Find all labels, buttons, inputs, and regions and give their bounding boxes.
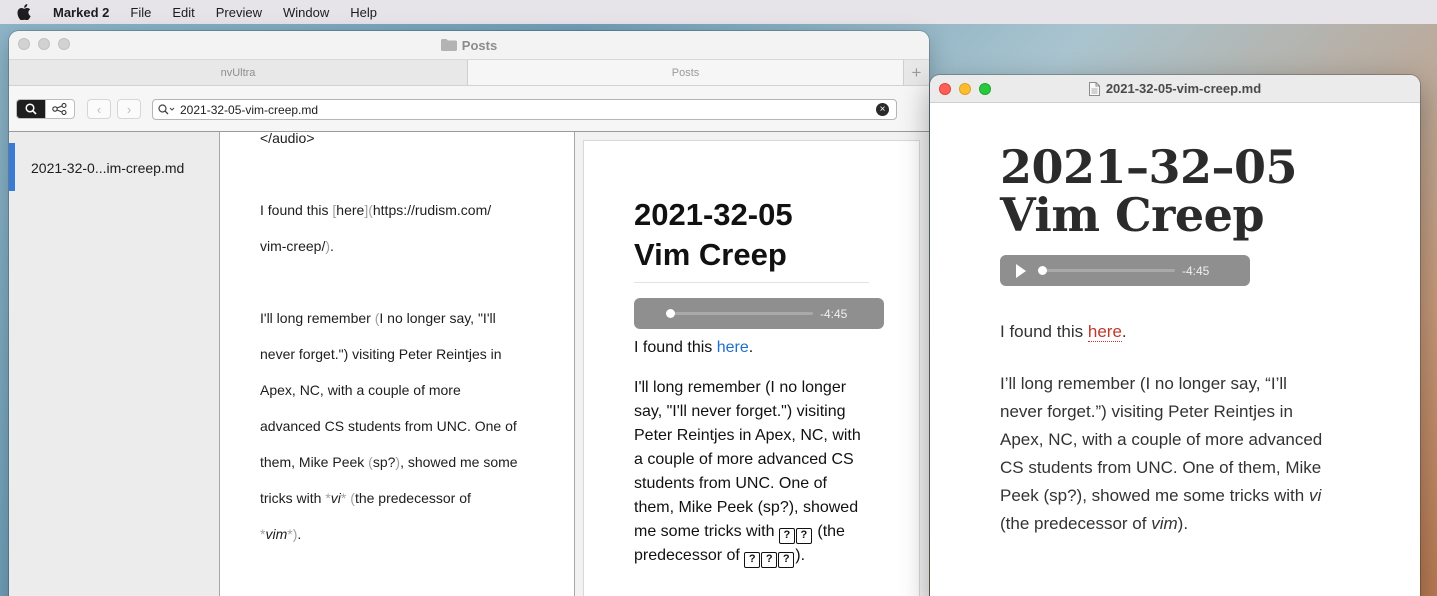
search-input[interactable]: 2021-32-05-vim-creep.md bbox=[180, 103, 876, 117]
audio-scrubber[interactable] bbox=[666, 309, 813, 318]
editor-line: tricks with *vi* (the predecessor of bbox=[260, 490, 471, 506]
posts-window-titlebar[interactable]: Posts bbox=[9, 31, 929, 59]
search-field[interactable]: 2021-32-05-vim-creep.md × bbox=[152, 99, 897, 120]
scrubber-knob[interactable] bbox=[666, 309, 675, 318]
menu-help[interactable]: Help bbox=[350, 5, 377, 20]
markdown-editor[interactable]: </audio> I found this [here](https://rud… bbox=[220, 132, 575, 596]
toolbar: ‹ › 2021-32-05-vim-creep.md × bbox=[9, 86, 929, 132]
minimize-button[interactable] bbox=[38, 38, 50, 50]
missing-glyph-box: ? bbox=[761, 552, 778, 568]
preview-paragraph: I found this here. bbox=[634, 339, 754, 356]
audio-player[interactable]: -4:45 bbox=[1000, 255, 1250, 286]
preview-title: 2021-32-05 Vim Creep bbox=[634, 197, 793, 272]
menu-preview[interactable]: Preview bbox=[216, 5, 262, 20]
note-list-item[interactable]: 2021-32-0...im-creep.md bbox=[31, 160, 184, 176]
minimize-button[interactable] bbox=[959, 83, 971, 95]
back-button[interactable]: ‹ bbox=[87, 99, 111, 119]
audio-time: -4:45 bbox=[1182, 263, 1210, 278]
search-icon bbox=[25, 103, 37, 115]
apple-icon[interactable] bbox=[17, 4, 31, 20]
zoom-button[interactable] bbox=[58, 38, 70, 50]
missing-glyph-box: ? bbox=[795, 528, 812, 544]
editor-line: I'll long remember (I no longer say, "I'… bbox=[260, 310, 496, 326]
play-icon[interactable] bbox=[1016, 263, 1026, 278]
menu-window[interactable]: Window bbox=[283, 5, 329, 20]
document-icon bbox=[1088, 81, 1100, 96]
editor-line: I found this [here](https://rudism.com/ bbox=[260, 202, 492, 218]
missing-glyph-box: ? bbox=[778, 528, 795, 544]
tab-posts[interactable]: Posts bbox=[468, 60, 903, 85]
clear-search-icon[interactable]: × bbox=[876, 103, 889, 116]
editor-line: Apex, NC, with a couple of more bbox=[260, 382, 461, 398]
menu-app-name[interactable]: Marked 2 bbox=[53, 5, 109, 20]
menu-bar: Marked 2 File Edit Preview Window Help bbox=[0, 0, 1437, 24]
editor-line: advanced CS students from UNC. One of bbox=[260, 418, 517, 434]
posts-window: Posts nvUltra Posts + ‹ › 2021-32-05-vim… bbox=[9, 31, 929, 596]
zoom-button[interactable] bbox=[979, 83, 991, 95]
menu-edit[interactable]: Edit bbox=[172, 5, 194, 20]
preview-panel: 2021-32-05 Vim Creep -4:45 I found this … bbox=[575, 132, 929, 596]
folder-icon bbox=[440, 39, 457, 51]
selection-indicator bbox=[9, 143, 15, 191]
tab-bar: nvUltra Posts + bbox=[9, 59, 929, 86]
forward-button[interactable]: › bbox=[117, 99, 141, 119]
editor-line: *vim*). bbox=[260, 526, 302, 542]
preview-link-here[interactable]: here bbox=[717, 339, 749, 356]
search-icon bbox=[158, 104, 176, 115]
marked-titlebar[interactable]: 2021-32-05-vim-creep.md bbox=[930, 75, 1420, 103]
editor-line: vim-creep/). bbox=[260, 238, 334, 254]
menu-file[interactable]: File bbox=[130, 5, 151, 20]
graph-mode-button[interactable] bbox=[45, 100, 74, 118]
window-title: Posts bbox=[461, 37, 498, 53]
audio-player[interactable]: -4:45 bbox=[634, 298, 884, 329]
search-mode-button[interactable] bbox=[17, 100, 46, 118]
scrubber-knob[interactable] bbox=[1038, 266, 1047, 275]
preview-paragraph: I'll long remember (I no longer say, "I'… bbox=[634, 376, 861, 568]
marked-heading: 2021–32–05 Vim Creep bbox=[1000, 140, 1298, 242]
mode-segmented-control bbox=[16, 99, 75, 119]
marked-link-here[interactable]: here bbox=[1087, 322, 1122, 342]
editor-line: them, Mike Peek (sp?), showed me some bbox=[260, 454, 518, 470]
marked-paragraph: I found this here. bbox=[1000, 322, 1127, 342]
missing-glyph-box: ? bbox=[778, 552, 795, 568]
audio-scrubber[interactable] bbox=[1038, 266, 1175, 275]
editor-line: </audio> bbox=[260, 132, 315, 146]
editor-line: never forget.") visiting Peter Reintjes … bbox=[260, 346, 502, 362]
preview-divider bbox=[634, 282, 869, 283]
new-tab-button[interactable]: + bbox=[903, 60, 929, 85]
marked-paragraph: I’ll long remember (I no longer say, “I’… bbox=[1000, 374, 1323, 533]
tab-nvultra[interactable]: nvUltra bbox=[9, 60, 468, 85]
window-controls bbox=[939, 83, 991, 95]
network-icon bbox=[52, 103, 67, 115]
window-controls bbox=[18, 38, 70, 50]
note-list: 2021-32-0...im-creep.md bbox=[9, 132, 220, 596]
preview-page[interactable]: 2021-32-05 Vim Creep -4:45 I found this … bbox=[583, 140, 920, 596]
marked-window-title: 2021-32-05-vim-creep.md bbox=[1105, 81, 1262, 96]
audio-time: -4:45 bbox=[820, 306, 848, 321]
close-button[interactable] bbox=[939, 83, 951, 95]
close-button[interactable] bbox=[18, 38, 30, 50]
missing-glyph-box: ? bbox=[744, 552, 761, 568]
marked-preview-window: 2021-32-05-vim-creep.md 2021–32–05 Vim C… bbox=[930, 75, 1420, 596]
